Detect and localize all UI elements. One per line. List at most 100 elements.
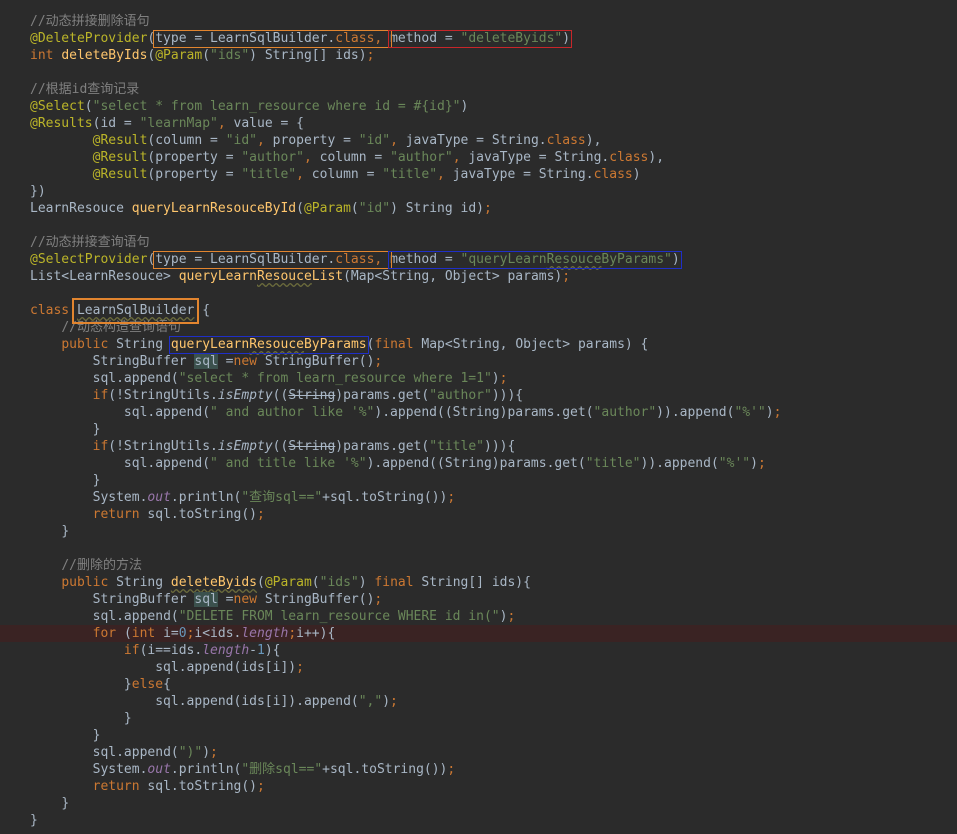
- code-line[interactable]: //删除的方法: [0, 557, 957, 574]
- code-line[interactable]: StringBuffer sql =new StringBuffer();: [0, 591, 957, 608]
- code-token: ,: [303, 150, 320, 165]
- code-token: "%'": [718, 456, 751, 471]
- code-token: deleteByIds: [61, 48, 148, 63]
- code-line[interactable]: if(i==ids.length-1){: [0, 642, 957, 659]
- code-token: return: [92, 507, 148, 522]
- code-line-text: public String deleteByids(@Param("ids") …: [30, 574, 531, 591]
- code-line[interactable]: }: [0, 727, 957, 744]
- code-line[interactable]: [0, 64, 957, 81]
- code-token: }): [30, 184, 46, 199]
- code-line[interactable]: }: [0, 472, 957, 489]
- code-line[interactable]: }: [0, 795, 957, 812]
- code-token: ): [765, 405, 774, 420]
- code-line[interactable]: @Result(property = "title", column = "ti…: [0, 166, 957, 183]
- code-line[interactable]: class LearnSqlBuilder {: [0, 302, 957, 319]
- code-token: (: [350, 201, 359, 216]
- code-line[interactable]: System.out.println("删除sql=="+sql.toStrin…: [0, 761, 957, 778]
- code-token: @Results: [30, 116, 93, 131]
- code-token: LearnSqlBuilder: [76, 303, 195, 318]
- code-token: 0: [178, 626, 187, 641]
- code-token: class: [546, 133, 586, 148]
- code-token: "title": [382, 167, 438, 182]
- code-line[interactable]: LearnResouce queryLearnResouceById(@Para…: [0, 200, 957, 217]
- code-token: StringBuffer: [92, 354, 195, 369]
- code-token: ): [202, 745, 211, 760]
- code-line[interactable]: sql.append("select * from learn_resource…: [0, 370, 957, 387]
- code-token: = LearnSqlBuilder.: [186, 31, 336, 46]
- code-token: String[] ids){: [421, 575, 531, 590]
- code-token: ): [460, 99, 469, 114]
- code-line[interactable]: }: [0, 812, 957, 829]
- code-token: ): [358, 575, 375, 590]
- code-line[interactable]: //根据id查询记录: [0, 81, 957, 98]
- code-line[interactable]: public String queryLearnResouceByParams(…: [0, 336, 957, 353]
- code-line[interactable]: //动态构造查询语句: [0, 319, 957, 336]
- code-line[interactable]: }: [0, 523, 957, 540]
- code-line[interactable]: @Result(column = "id", property = "id", …: [0, 132, 957, 149]
- code-line-text: System.out.println("查询sql=="+sql.toStrin…: [30, 489, 456, 506]
- code-token: @DeleteProvider: [30, 31, 148, 46]
- code-line[interactable]: //动态拼接查询语句: [0, 234, 957, 251]
- code-line[interactable]: [0, 540, 957, 557]
- code-line[interactable]: }): [0, 183, 957, 200]
- code-line-text: StringBuffer sql =new StringBuffer();: [30, 353, 382, 370]
- code-line[interactable]: System.out.println("查询sql=="+sql.toStrin…: [0, 489, 957, 506]
- code-line[interactable]: @Result(property = "author", column = "a…: [0, 149, 957, 166]
- code-token: "deleteByids": [460, 31, 563, 46]
- code-token: ;: [773, 405, 782, 420]
- code-line[interactable]: [0, 217, 957, 234]
- code-token: StringBuffer: [92, 592, 195, 607]
- code-line[interactable]: sql.append(" and author like '%").append…: [0, 404, 957, 421]
- code-token: else: [131, 677, 164, 692]
- code-line[interactable]: [0, 285, 957, 302]
- code-token: @Result: [92, 133, 148, 148]
- code-line[interactable]: }else{: [0, 676, 957, 693]
- code-line-text: @Result(property = "author", column = "a…: [30, 149, 664, 166]
- code-token: sql.append(: [92, 371, 179, 386]
- code-editor[interactable]: //动态拼接删除语句 @DeleteProvider(type = LearnSq…: [0, 0, 957, 834]
- code-line[interactable]: List<LearnResouce> queryLearnResouceList…: [0, 268, 957, 285]
- code-line[interactable]: @SelectProvider(type = LearnSqlBuilder.c…: [0, 251, 957, 268]
- code-line[interactable]: return sql.toString();: [0, 506, 957, 523]
- code-line[interactable]: @Results(id = "learnMap", value = {: [0, 115, 957, 132]
- code-token: StringBuffer(): [264, 354, 375, 369]
- code-token: ): [382, 694, 391, 709]
- code-line-text: }: [30, 710, 132, 727]
- code-line[interactable]: sql.append(")");: [0, 744, 957, 761]
- code-line[interactable]: int deleteByIds(@Param("ids") String[] i…: [0, 47, 957, 64]
- code-token: ): [491, 371, 500, 386]
- code-line[interactable]: //动态拼接删除语句: [0, 13, 957, 30]
- code-line[interactable]: StringBuffer sql =new StringBuffer();: [0, 353, 957, 370]
- code-line-text: if(i==ids.length-1){: [30, 642, 281, 659]
- code-token: //根据id查询记录: [30, 82, 140, 97]
- code-line[interactable]: }: [0, 710, 957, 727]
- code-line-text: //动态拼接删除语句: [30, 13, 150, 30]
- code-line[interactable]: return sql.toString();: [0, 778, 957, 795]
- code-line-text: @Select("select * from learn_resource wh…: [30, 98, 468, 115]
- code-line[interactable]: sql.append("DELETE FROM learn_resource W…: [0, 608, 957, 625]
- code-line[interactable]: sql.append(ids[i]).append(",");: [0, 693, 957, 710]
- code-token: queryLearn: [178, 269, 257, 284]
- code-line[interactable]: public String deleteByids(@Param("ids") …: [0, 574, 957, 591]
- code-line[interactable]: @DeleteProvider(type = LearnSqlBuilder.c…: [0, 30, 957, 47]
- code-line[interactable]: for (int i=0;i<ids.length;i++){: [0, 625, 957, 642]
- code-token: = LearnSqlBuilder.: [186, 252, 336, 267]
- code-line-text: if(!StringUtils.isEmpty((String)params.g…: [30, 438, 516, 455]
- code-line-text: }: [30, 795, 69, 812]
- code-line[interactable]: }: [0, 421, 957, 438]
- code-line[interactable]: sql.append(" and title like '%").append(…: [0, 455, 957, 472]
- code-line[interactable]: if(!StringUtils.isEmpty((String)params.g…: [0, 438, 957, 455]
- code-line[interactable]: if(!StringUtils.isEmpty((String)params.g…: [0, 387, 957, 404]
- code-line[interactable]: sql.append(ids[i]);: [0, 659, 957, 676]
- code-line[interactable]: @Select("select * from learn_resource wh…: [0, 98, 957, 115]
- code-token: StringBuffer(): [264, 592, 375, 607]
- code-token: "ids": [319, 575, 359, 590]
- code-token: "id": [358, 201, 391, 216]
